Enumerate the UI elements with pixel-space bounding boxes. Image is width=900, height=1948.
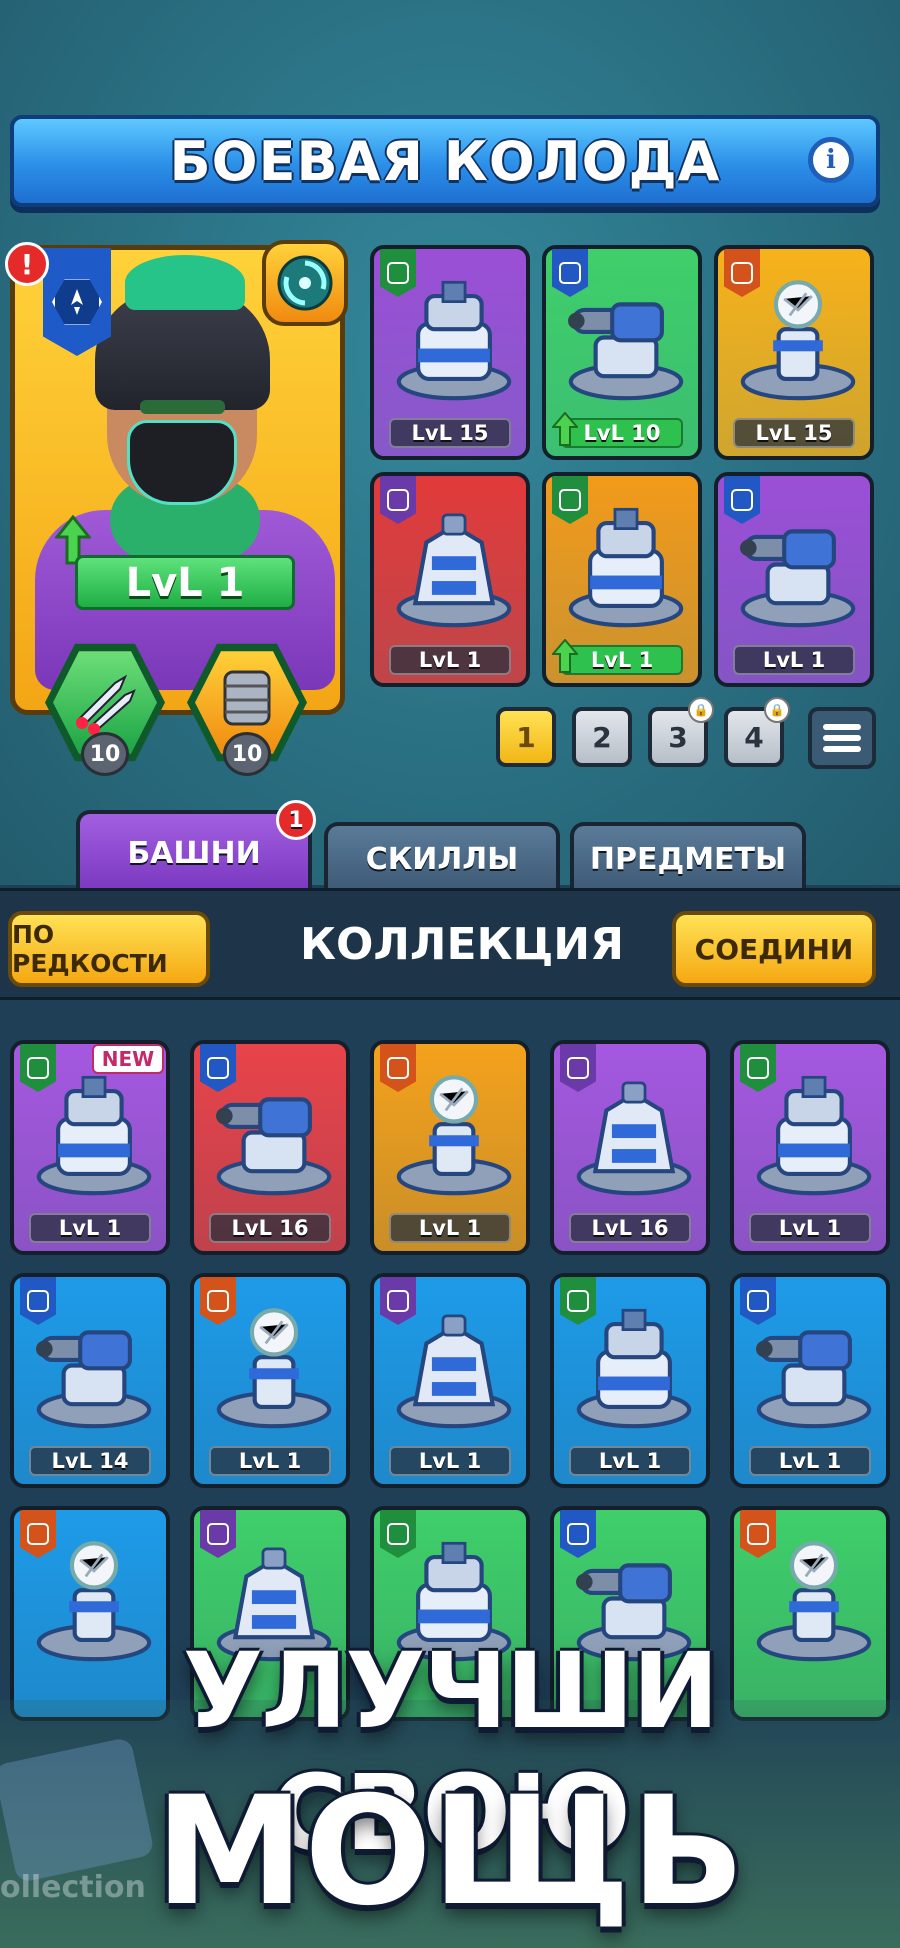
merge-button[interactable]: СОЕДИНИ	[672, 911, 876, 987]
list-view-button[interactable]	[808, 707, 876, 769]
tower-icon	[396, 513, 512, 628]
tower-card[interactable]: LvL 10	[542, 245, 702, 460]
tower-card[interactable]: LvL 1	[190, 1273, 350, 1488]
tab-skills[interactable]: СКИЛЛЫ	[324, 822, 560, 892]
collection-bar: ПО РЕДКОСТИ КОЛЛЕКЦИЯ СОЕДИНИ	[0, 888, 900, 1000]
deck-title: БОЕВАЯ КОЛОДА	[169, 129, 721, 193]
tower-icon	[396, 280, 512, 401]
tab-label: ПРЕДМЕТЫ	[589, 841, 787, 877]
tower-icon	[568, 302, 684, 401]
deck-page-4[interactable]: 4 🔒	[724, 697, 790, 767]
notification-badge: 1	[276, 800, 316, 840]
deck-page-1[interactable]: 1	[496, 707, 556, 767]
alert-badge: !	[5, 242, 49, 286]
tower-card[interactable]: NEW LvL 1	[10, 1040, 170, 1255]
item-level: 10	[223, 732, 271, 776]
lock-icon: 🔒	[764, 697, 790, 723]
tower-icon	[576, 1308, 692, 1429]
hero-item-rocket[interactable]: 10	[45, 640, 165, 776]
tower-level-label: LvL 1	[561, 645, 683, 675]
tower-card[interactable]: LvL 1	[730, 1273, 890, 1488]
tower-level-label: LvL 16	[569, 1213, 691, 1243]
tower-icon	[396, 1075, 512, 1196]
tower-card[interactable]: LvL 1	[370, 1040, 530, 1255]
tab-towers[interactable]: БАШНИ 1	[76, 800, 316, 892]
upgrade-arrow-icon	[552, 639, 578, 673]
tower-level-label: LvL 1	[733, 645, 855, 675]
deck-title-banner: БОЕВАЯ КОЛОДА i	[10, 115, 880, 207]
hero-item-drum[interactable]: 10	[187, 640, 307, 776]
tower-icon	[216, 1308, 332, 1429]
tower-card[interactable]: LvL 15	[714, 245, 874, 460]
tower-icon	[568, 507, 684, 628]
tower-level-label: LvL 1	[29, 1213, 151, 1243]
tab-label: СКИЛЛЫ	[365, 841, 519, 877]
tower-icon	[36, 1075, 152, 1196]
new-badge: NEW	[92, 1044, 164, 1074]
tower-card[interactable]: LvL 15	[370, 245, 530, 460]
tower-icon	[740, 280, 856, 401]
page-number: 4	[744, 720, 764, 754]
tower-card[interactable]: LvL 1	[730, 1040, 890, 1255]
tower-card[interactable]: LvL 1	[550, 1273, 710, 1488]
hero-level-label: LvL 1	[75, 555, 295, 610]
deck-page-2[interactable]: 2	[572, 707, 632, 767]
tower-level-label: LvL 15	[389, 418, 511, 448]
tower-card[interactable]: LvL 16	[190, 1040, 350, 1255]
barrel-icon	[223, 670, 271, 726]
upgrade-arrow-icon	[552, 412, 578, 446]
item-level: 10	[81, 732, 129, 776]
deck-page-3[interactable]: 3 🔒	[648, 697, 714, 767]
tower-card[interactable]: LvL 14	[10, 1273, 170, 1488]
tower-level-label: LvL 1	[749, 1213, 871, 1243]
tower-card[interactable]: LvL 1	[370, 472, 530, 687]
tower-level-label: LvL 16	[209, 1213, 331, 1243]
tower-icon	[216, 1097, 332, 1196]
promo-line-2: МОЩЬ	[155, 1765, 745, 1939]
tab-label: БАШНИ	[127, 835, 261, 871]
tower-card[interactable]: LvL 16	[550, 1040, 710, 1255]
tower-card[interactable]: LvL 1	[714, 472, 874, 687]
info-button[interactable]: i	[808, 137, 854, 183]
hero-class-icon	[43, 248, 111, 356]
tower-level-label: LvL 1	[389, 1213, 511, 1243]
tower-level-label: LvL 14	[29, 1446, 151, 1476]
page-number: 3	[668, 720, 688, 754]
tower-card[interactable]: LvL 1	[542, 472, 702, 687]
hero-card[interactable]: ! LvL 1 10 10	[5, 240, 348, 776]
tower-icon	[396, 1314, 512, 1429]
tower-icon	[576, 1081, 692, 1196]
lock-icon: 🔒	[688, 697, 714, 723]
hero-skill-icon[interactable]	[262, 240, 348, 326]
tower-icon	[756, 1075, 872, 1196]
tower-level-label: LvL 15	[733, 418, 855, 448]
tower-card[interactable]: LvL 1	[370, 1273, 530, 1488]
collection-title: КОЛЛЕКЦИЯ	[300, 919, 625, 970]
tower-icon	[740, 529, 856, 628]
tower-icon	[36, 1330, 152, 1429]
tower-level-label: LvL 1	[749, 1446, 871, 1476]
tower-level-label: LvL 1	[569, 1446, 691, 1476]
tab-items[interactable]: ПРЕДМЕТЫ	[570, 822, 806, 892]
tower-icon	[756, 1330, 872, 1429]
sort-by-rarity-button[interactable]: ПО РЕДКОСТИ	[8, 911, 210, 987]
tower-level-label: LvL 10	[561, 418, 683, 448]
tower-level-label: LvL 1	[389, 1446, 511, 1476]
tower-level-label: LvL 1	[389, 645, 511, 675]
rockets-icon	[76, 674, 136, 735]
tower-level-label: LvL 1	[209, 1446, 331, 1476]
